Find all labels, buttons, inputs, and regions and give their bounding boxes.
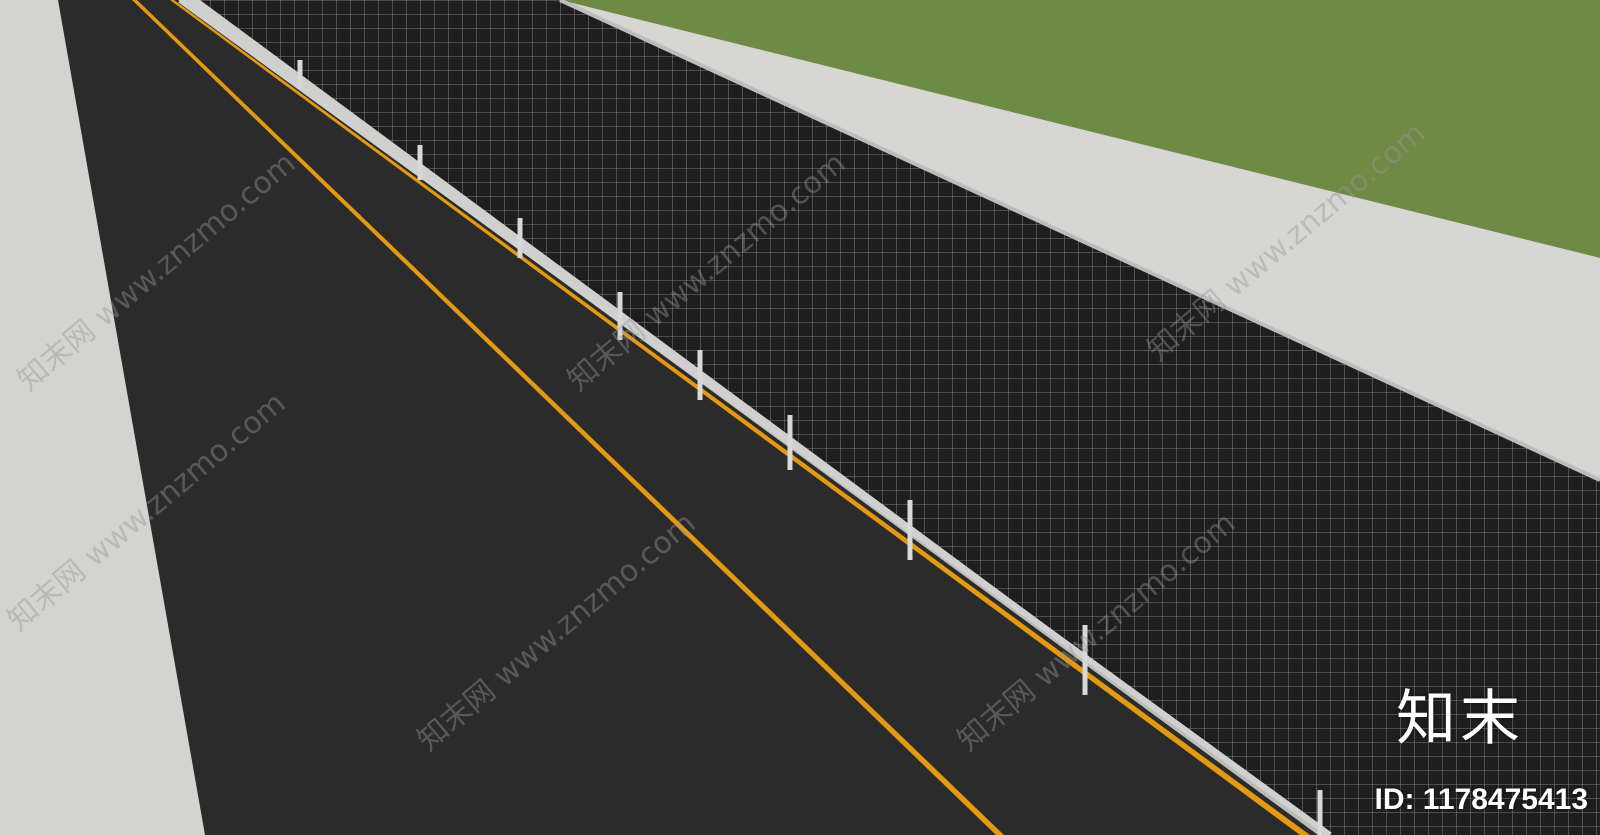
image-id-label: ID: 1178475413	[1374, 783, 1588, 816]
brand-logo: 知末	[1396, 684, 1524, 754]
solar-canopy-road-scene	[0, 0, 1600, 835]
